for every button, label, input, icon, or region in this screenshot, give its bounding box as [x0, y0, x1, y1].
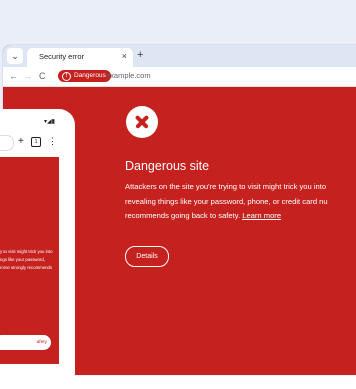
- mobile-screen: ▾◢▮ + 1 ⋮ y to visit might trick you int…: [0, 109, 59, 364]
- body-line-3: recommends going back to safety. Learn m…: [125, 211, 281, 221]
- mobile-phone: ▾◢▮ + 1 ⋮ y to visit might trick you int…: [0, 109, 75, 389]
- tab-security-error[interactable]: Security error ×: [27, 48, 133, 67]
- tab-strip: ⌄ Security error × +: [3, 45, 356, 67]
- details-button[interactable]: Details: [125, 246, 169, 267]
- status-bar-icons: ▾◢▮: [44, 119, 55, 125]
- body-line-3-text: recommends going back to safety.: [125, 211, 241, 220]
- learn-more-link[interactable]: Learn more: [242, 211, 281, 220]
- tab-search-chevron-icon[interactable]: ⌄: [7, 48, 23, 64]
- mobile-body-line-3: rome strongly recommends: [0, 265, 53, 270]
- body-line-1: Attackers on the site you're trying to v…: [125, 182, 327, 191]
- mobile-back-to-safety-button[interactable]: afety: [0, 335, 51, 350]
- back-arrow-icon[interactable]: ←: [9, 70, 18, 82]
- tab-close-icon[interactable]: ×: [122, 51, 127, 61]
- mobile-tab-switcher-icon[interactable]: 1: [31, 137, 41, 147]
- mobile-interstitial: y to visit might trick you into ngs like…: [0, 157, 59, 364]
- new-tab-button[interactable]: +: [137, 48, 143, 62]
- mobile-menu-icon[interactable]: ⋮: [48, 136, 57, 147]
- dangerous-security-chip[interactable]: ! Dangerous: [58, 70, 111, 82]
- mobile-new-tab-icon[interactable]: +: [18, 136, 24, 147]
- page-title: Dangerous site: [125, 159, 210, 173]
- error-x-icon: [126, 106, 158, 138]
- mobile-body-line-1: y to visit might trick you into: [0, 249, 53, 254]
- forward-arrow-icon[interactable]: →: [23, 70, 32, 82]
- mobile-body-line-2: ngs like your password,: [0, 257, 45, 262]
- warning-icon: !: [62, 71, 71, 81]
- tab-title: Security error: [39, 52, 85, 61]
- security-chip-label: Dangerous: [74, 72, 106, 79]
- address-bar-url[interactable]: example.com: [106, 70, 151, 82]
- reload-icon[interactable]: C: [39, 70, 46, 82]
- body-line-2: revealing things like your password, pho…: [125, 197, 328, 206]
- browser-toolbar: ← → C ! Dangerous example.com: [3, 67, 356, 87]
- mobile-omnibox[interactable]: [0, 135, 14, 151]
